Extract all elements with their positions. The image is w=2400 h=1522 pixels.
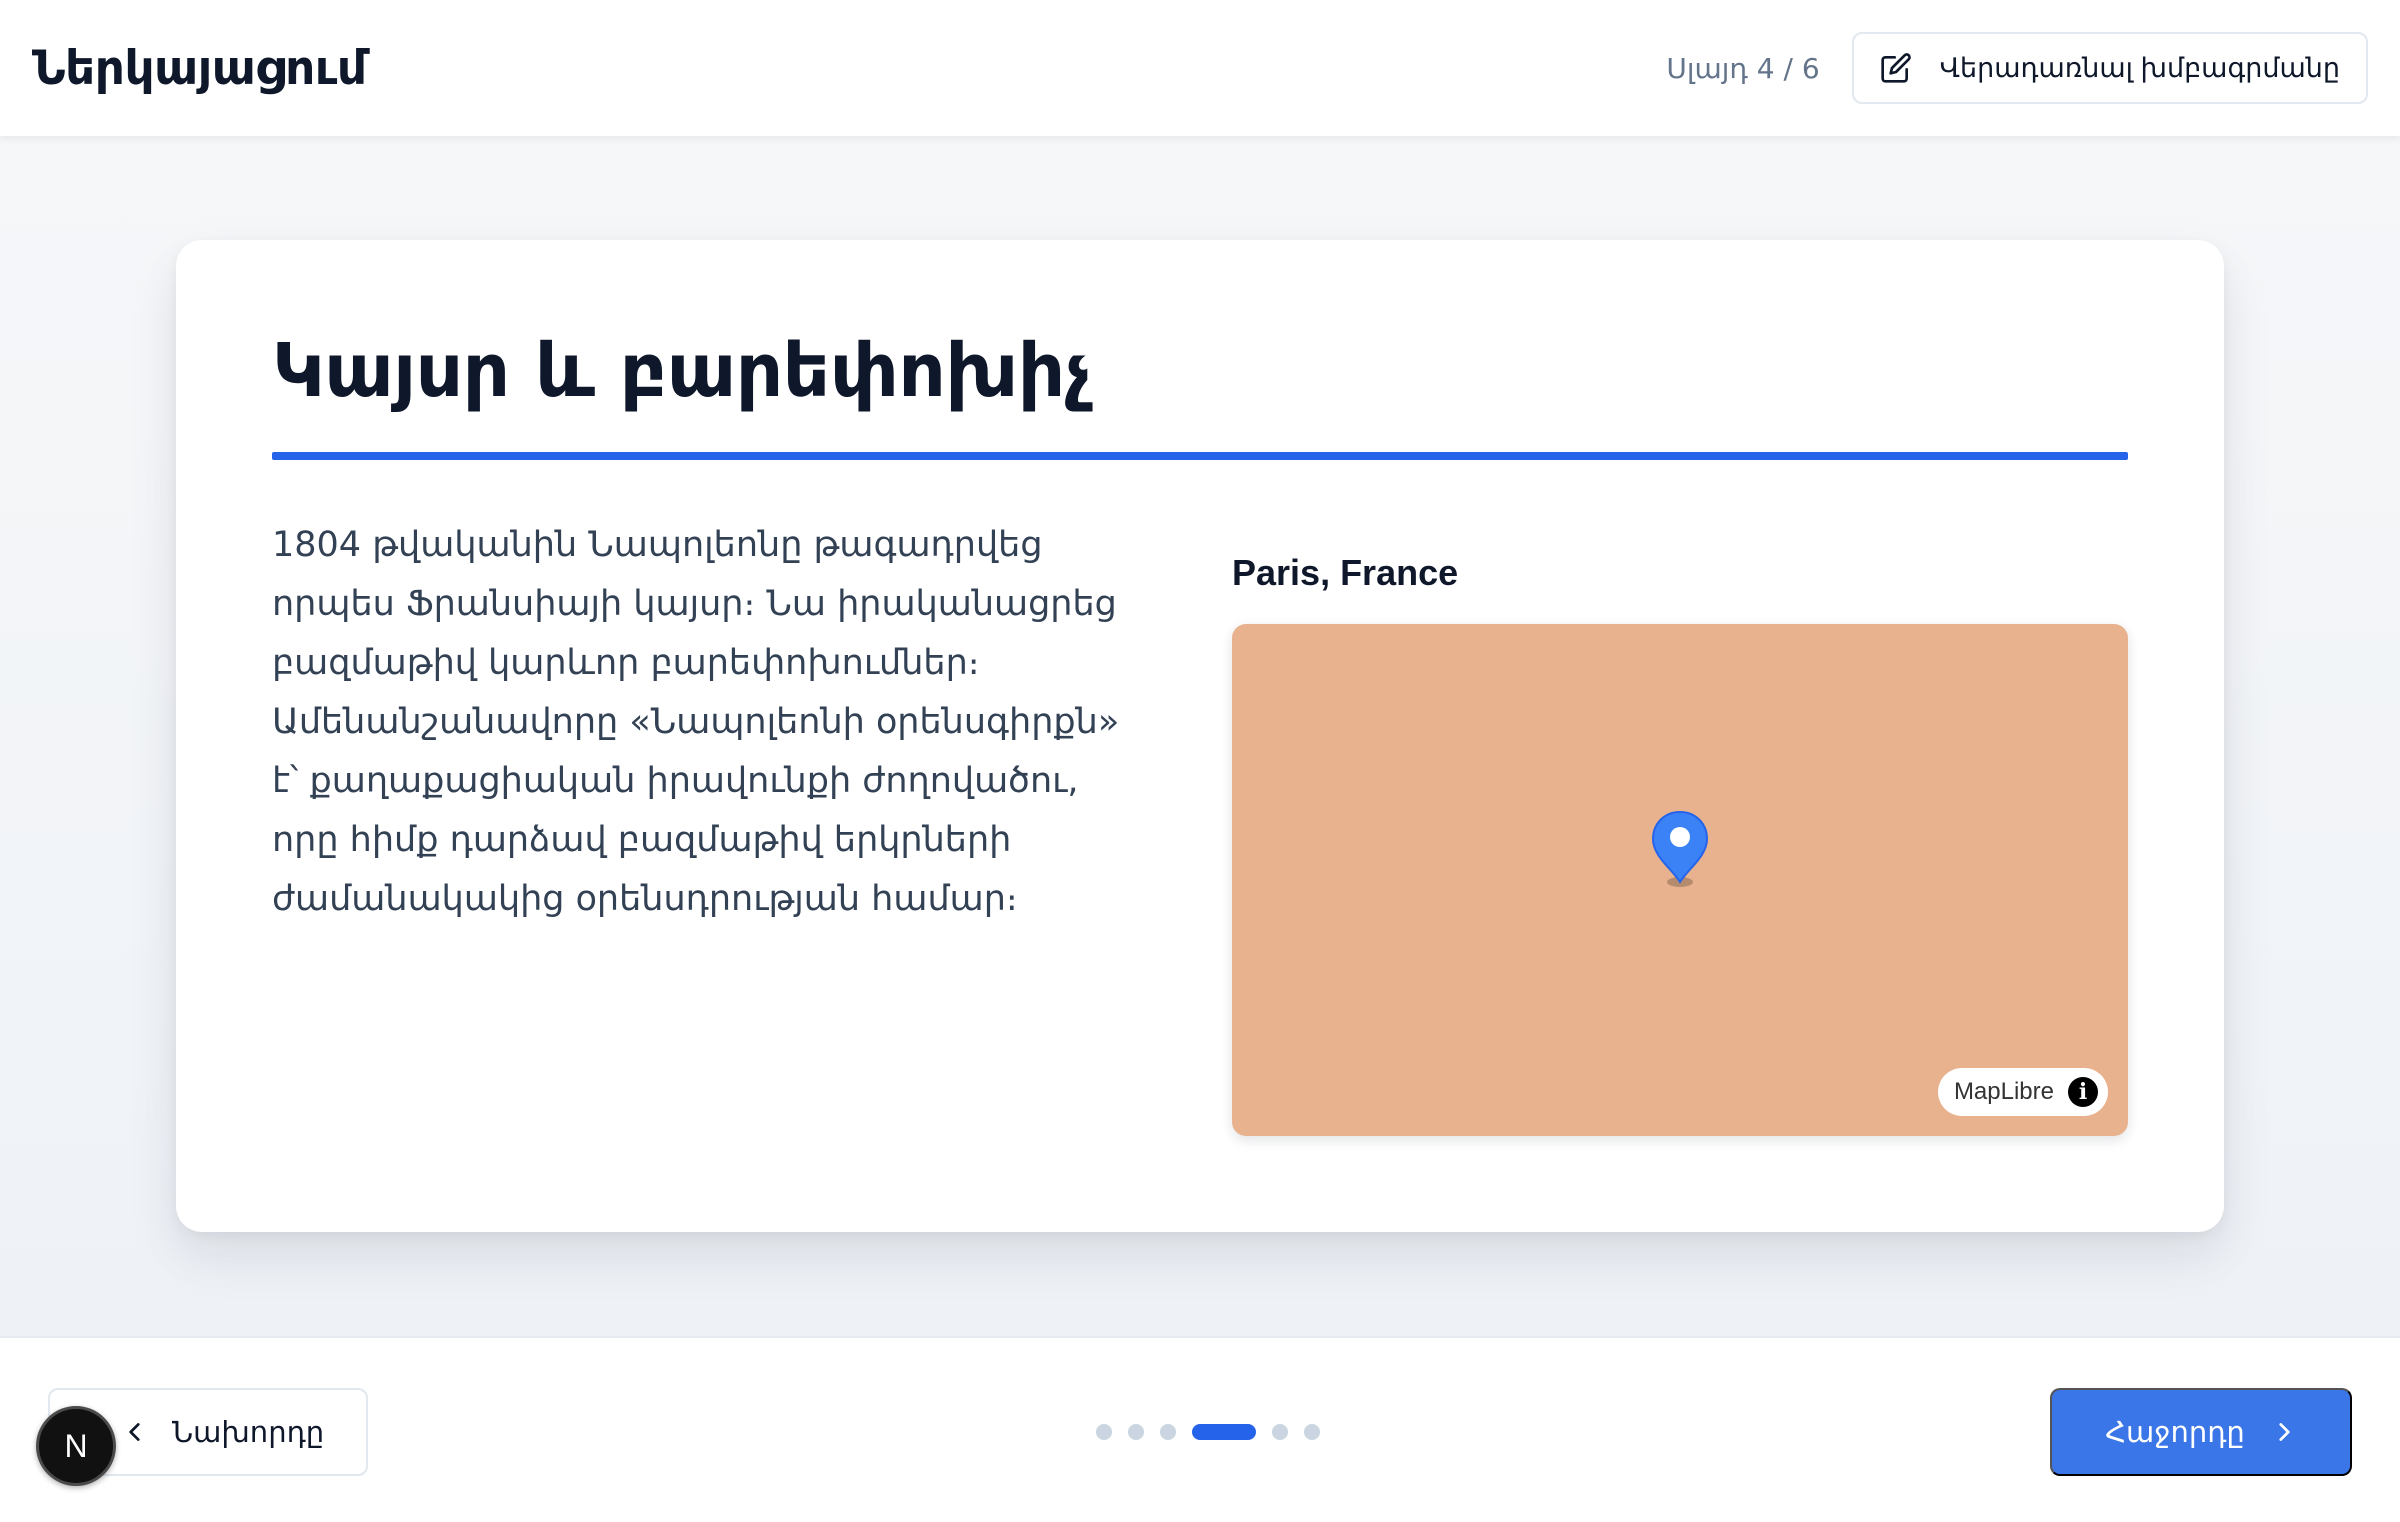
pager-dot[interactable] xyxy=(1160,1424,1176,1440)
pager-dot[interactable] xyxy=(1096,1424,1112,1440)
map-attribution[interactable]: MapLibre i xyxy=(1937,1068,2108,1116)
map-caption: Paris, France xyxy=(1232,552,1459,593)
slide-stage: Կայսր և բարեփոխիչ 1804 թվականին Նապոլեոն… xyxy=(0,136,2400,1336)
app-title: Ներկայացում xyxy=(32,40,367,96)
dev-tools-badge[interactable]: N xyxy=(36,1406,116,1486)
dev-tools-letter: N xyxy=(64,1427,88,1464)
back-to-editing-label: Վերադառնալ խմբագրմանը xyxy=(1939,52,2340,83)
pager-dot[interactable] xyxy=(1272,1424,1288,1440)
slide-pager xyxy=(1096,1424,1320,1440)
map-pin-icon[interactable] xyxy=(1651,810,1709,890)
back-to-editing-button[interactable]: Վերադառնալ խմբագրմանը xyxy=(1851,32,2368,104)
header-actions: Սլայդ 4 / 6 Վերադառնալ խմբագրմանը xyxy=(1666,32,2368,104)
top-bar: Ներկայացում Սլայդ 4 / 6 Վերադառնալ խմբագ… xyxy=(0,0,2400,136)
title-underline xyxy=(272,452,2128,460)
slide-card: Կայսր և բարեփոխիչ 1804 թվականին Նապոլեոն… xyxy=(176,240,2224,1232)
page-indicator: Սլայդ 4 / 6 xyxy=(1666,51,1820,85)
pager-dot-active[interactable] xyxy=(1192,1424,1256,1440)
slide-navigation: Նախորդը Հաջորդը xyxy=(0,1336,2400,1522)
map-view[interactable]: MapLibre i xyxy=(1232,624,2128,1136)
slide-title: Կայսր և բարեփոխիչ xyxy=(272,328,1092,414)
pager-dot[interactable] xyxy=(1304,1424,1320,1440)
next-button[interactable]: Հաջորդը xyxy=(2050,1388,2352,1476)
pager-dot[interactable] xyxy=(1128,1424,1144,1440)
info-icon[interactable]: i xyxy=(2068,1077,2098,1107)
slide-body-text: 1804 թվականին Նապոլեոնը թագադրվեց որպես … xyxy=(272,525,1120,919)
chevron-left-icon xyxy=(129,1423,140,1441)
chevron-right-icon xyxy=(2279,1423,2290,1441)
edit-icon xyxy=(1881,53,1911,83)
previous-label: Նախորդը xyxy=(172,1416,325,1449)
next-label: Հաջորդը xyxy=(2105,1416,2245,1449)
maplibre-label[interactable]: MapLibre xyxy=(1954,1078,2054,1106)
